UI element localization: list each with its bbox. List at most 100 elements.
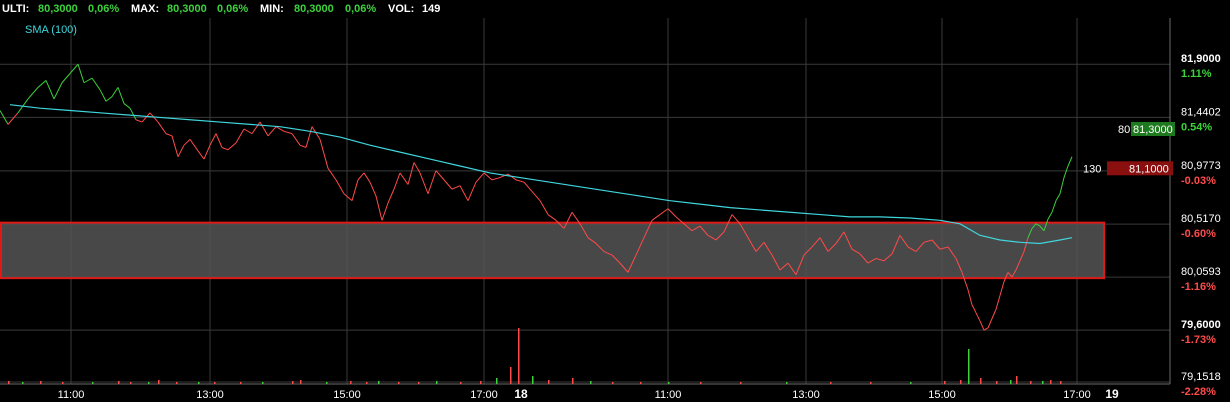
price-segment [343,193,353,202]
price-segment [967,289,973,305]
chart-grid [0,18,1171,385]
volume-bar [870,382,872,384]
volume-bar [158,380,160,384]
price-segment [189,139,199,152]
y-tick-label: 80,0593 [1181,266,1221,278]
volume-bar [366,382,368,384]
y-tick-label: 79,6000 [1181,319,1221,331]
price-segment [363,172,371,183]
price-segment [659,208,669,215]
price-segment [381,202,389,221]
bid-size: 130 [1083,163,1101,175]
volume-bar [572,378,574,384]
volume-bar [548,380,550,384]
y-tick-label: 81,4402 [1181,106,1221,118]
price-segment [305,126,313,148]
volume-bar [418,382,420,384]
volume-bar [740,382,742,384]
price-segment [221,147,229,151]
price-segment [531,191,541,202]
price-segment [319,139,329,169]
volume-bar [198,382,200,384]
volume-bar [350,381,352,384]
price-segment [203,144,211,160]
volume-bar [532,376,534,384]
support-zone[interactable] [0,221,1105,280]
volume-bar [22,382,24,384]
x-tick-label: 18 [514,387,528,401]
volume-bar [640,382,642,384]
volume-bar [996,381,998,384]
volume-bar [830,382,832,384]
price-segment [105,96,113,102]
x-tick-label: 17:00 [470,389,498,401]
y-axis: 81,9000 1.11% 81,4402 0.54% 80,9773 -0.03% 80,… [1181,53,1221,398]
volume-bar [612,382,614,384]
volume-bar [480,381,482,384]
y-tick-label: 80,9773 [1181,160,1221,172]
price-segment [157,121,167,134]
price-segment [327,168,337,181]
volume-bar [40,381,42,384]
price-segment [987,318,993,329]
volume-bar [300,380,302,384]
price-segment [335,179,345,194]
price-segment [99,89,107,102]
price-segment [651,214,661,221]
price-segment [1047,211,1053,220]
price-segment [1067,156,1073,167]
y-tick-percent: 1.11% [1181,68,1212,80]
x-tick-label: 15:00 [333,389,361,401]
y-tick-percent: -0.03% [1181,175,1216,187]
x-tick-label: 15:00 [928,389,956,401]
price-segment [375,195,383,221]
header-bar: ULTI: 80,3000 0,06% MAX: 80,3000 0,06% M… [2,3,440,15]
y-tick-label: 81,9000 [1181,53,1221,65]
price-segment [467,181,477,201]
price-chart[interactable]: ULTI: 80,3000 0,06% MAX: 80,3000 0,06% M… [0,0,1230,402]
volume-bar [496,378,498,384]
price-segment [117,87,125,104]
price-segment [251,121,261,134]
volume-bar [214,382,216,384]
volume-bar [700,382,702,384]
quote-tags: 80 81,3000 130 81,1000 [1083,121,1175,176]
price-segment [971,304,977,314]
volume-bar [130,382,132,384]
volume-bar [8,381,10,384]
volume-bar [148,382,150,384]
price-segment [283,130,293,135]
price-segment [451,185,461,190]
price-segment [419,172,429,194]
price-segment [123,103,131,109]
price-segment [7,112,19,125]
volume-bar [980,378,982,384]
price-segment [435,170,445,181]
volume-bar [92,382,94,384]
volume-bar [1050,380,1052,384]
volume-bars [8,328,1062,384]
x-tick-label: 13:00 [196,389,224,401]
price-segment [1059,177,1065,194]
price-segment [27,87,39,100]
y-tick-percent: -1.73% [1181,334,1216,346]
price-segment [999,281,1005,296]
price-segment [491,177,501,181]
price-segment [77,64,85,83]
y-tick-percent: -1.16% [1181,281,1216,293]
vol-value: 149 [422,3,440,15]
price-segment [45,80,55,100]
price-segment [1051,200,1057,213]
volume-bar [590,381,592,384]
price-segment [459,185,469,201]
y-tick-label: 79,1518 [1181,371,1221,383]
price-segment [165,133,173,137]
price-segment [979,320,985,331]
price-segment [547,214,557,221]
volume-bar [944,381,946,384]
sma-legend: SMA (100) [25,24,77,36]
max-label: MAX: [131,3,159,15]
volume-bar [240,382,242,384]
price-segment [399,172,409,185]
volume-bar [292,381,294,384]
